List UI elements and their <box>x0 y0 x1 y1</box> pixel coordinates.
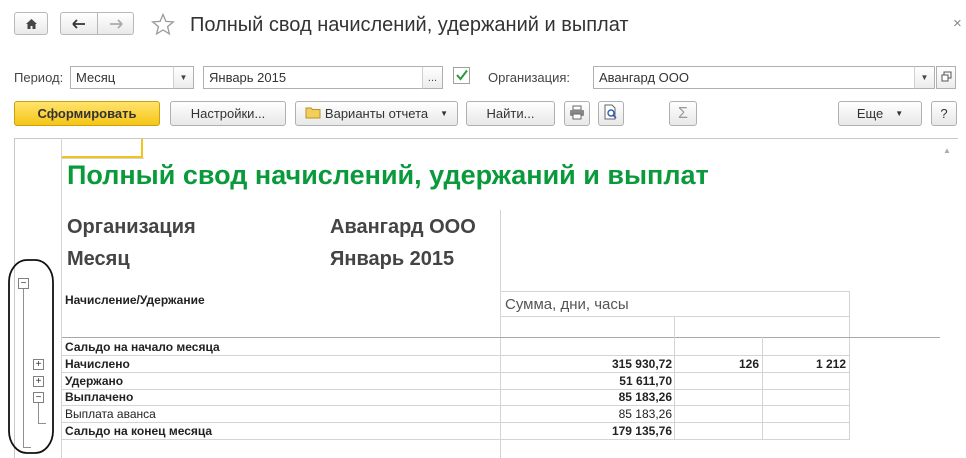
table-row-withheld: Удержано <box>65 374 124 388</box>
param-month-label: Месяц <box>67 248 130 270</box>
home-icon <box>25 18 38 30</box>
cell-accrued-days: 126 <box>738 357 759 371</box>
organization-open-button[interactable] <box>936 66 956 89</box>
printer-icon <box>569 105 585 123</box>
table-days-divider <box>674 316 675 439</box>
generate-button[interactable]: Сформировать <box>14 101 160 126</box>
report-variants-button[interactable]: Варианты отчета ▼ <box>295 101 458 126</box>
table-column-divider <box>500 210 501 458</box>
table-row-paid: Выплачено <box>65 390 134 404</box>
back-button[interactable] <box>60 12 98 35</box>
header-cell-line <box>62 158 144 159</box>
period-label: Период: <box>14 70 64 85</box>
star-icon[interactable] <box>151 12 175 41</box>
chevron-down-icon: ▼ <box>440 109 449 118</box>
table-header-bottom <box>62 337 940 338</box>
annotation-oval <box>8 259 54 454</box>
cell-advance-sum: 85 183,26 <box>618 407 672 421</box>
chevron-down-icon: ▼ <box>179 73 188 82</box>
chevron-down-icon: ▼ <box>895 109 904 118</box>
window-title: Полный свод начислений, удержаний и выпл… <box>190 14 629 36</box>
more-button[interactable]: Еще ▼ <box>838 101 922 126</box>
forward-button[interactable] <box>97 12 134 35</box>
table-hours-divider <box>762 337 763 439</box>
param-month-value: Январь 2015 <box>330 248 455 270</box>
cell-withheld-sum: 51 611,70 <box>619 374 672 388</box>
organization-label: Организация: <box>488 70 571 85</box>
row-separator <box>62 405 850 406</box>
preview-button[interactable] <box>598 101 624 126</box>
home-button[interactable] <box>14 12 48 35</box>
row-separator <box>62 355 850 356</box>
table-right-border <box>849 291 850 439</box>
sum-button[interactable]: Σ <box>669 101 697 126</box>
table-subheader-line <box>500 316 850 317</box>
organization-input[interactable]: Авангард ООО <box>593 66 915 89</box>
folder-icon <box>305 106 321 122</box>
table-row-accrued: Начислено <box>65 357 130 371</box>
table-header-top <box>500 291 850 292</box>
organization-dropdown-button[interactable]: ▼ <box>914 66 935 89</box>
find-button[interactable]: Найти... <box>466 101 555 126</box>
row-separator <box>62 389 850 390</box>
arrow-right-icon <box>109 18 123 29</box>
row-separator <box>62 372 850 373</box>
period-select[interactable]: Месяц <box>70 66 174 89</box>
param-org-label: Организация <box>67 216 196 238</box>
settings-button[interactable]: Настройки... <box>170 101 286 126</box>
selected-cell <box>62 139 143 158</box>
group-gutter-divider <box>61 138 62 458</box>
table-row-advance-payment: Выплата аванса <box>65 407 156 421</box>
open-window-icon <box>941 71 952 84</box>
print-button[interactable] <box>564 101 590 126</box>
scroll-up-icon[interactable]: ▲ <box>943 146 951 155</box>
param-org-value: Авангард ООО <box>330 216 476 238</box>
table-header-left: Начисление/Удержание <box>65 293 205 307</box>
help-button[interactable]: ? <box>931 101 957 126</box>
table-header-right: Сумма, дни, часы <box>505 296 629 313</box>
cell-accrued-hours: 1 212 <box>815 357 846 371</box>
row-separator <box>62 439 850 440</box>
period-dropdown-button[interactable]: ▼ <box>173 66 194 89</box>
table-row-opening-balance: Сальдо на начало месяца <box>65 340 220 354</box>
close-icon[interactable]: × <box>953 15 962 32</box>
report-variants-label: Варианты отчета <box>324 106 429 121</box>
cell-paid-sum: 85 183,26 <box>618 390 672 404</box>
print-preview-icon <box>603 104 619 123</box>
month-input[interactable]: Январь 2015 <box>203 66 423 89</box>
cell-accrued-sum: 315 930,72 <box>611 357 672 371</box>
month-select-button[interactable]: ... <box>422 66 443 89</box>
more-label: Еще <box>856 106 884 121</box>
arrow-left-icon <box>72 18 86 29</box>
row-separator <box>62 422 850 423</box>
period-checkbox[interactable] <box>453 67 470 84</box>
report-title: Полный свод начислений, удержаний и выпл… <box>67 160 709 190</box>
checkmark-icon <box>455 68 469 87</box>
table-row-closing-balance: Сальдо на конец месяца <box>65 424 213 438</box>
cell-closing-sum: 179 135,76 <box>611 424 672 438</box>
chevron-down-icon: ▼ <box>920 73 929 82</box>
